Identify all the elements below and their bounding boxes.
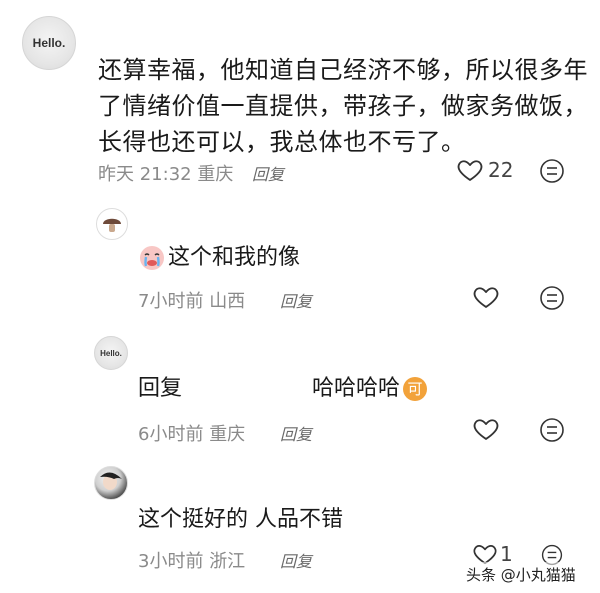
reply-2-badge: 可 [403, 377, 428, 401]
crying-face-emoji-icon [140, 246, 164, 270]
reply-1-text: 这个和我的像 [138, 243, 300, 273]
reply-3-location: 浙江 [209, 551, 246, 572]
reply-2-reply-button[interactable]: 回复 [280, 421, 312, 445]
reply-1-location: 山西 [209, 291, 246, 312]
reply-1-meta: 7小时前 山西 [138, 287, 245, 313]
reply-2-content: 哈哈哈哈 [312, 376, 401, 401]
reply-2-like-button[interactable] [472, 415, 500, 443]
avatar-text: Hello. [32, 36, 66, 50]
reply-2-text: 哈哈哈哈 可 [312, 374, 428, 404]
comment-time: 昨天 21:32 [98, 164, 192, 185]
reply-2-more-button[interactable] [538, 416, 566, 444]
comment-more-button[interactable] [538, 157, 566, 185]
more-options-icon [540, 159, 564, 183]
mushroom-icon [103, 218, 121, 232]
reply-1-content: 这个和我的像 [168, 245, 301, 270]
reply-3-time: 3小时前 [138, 551, 204, 572]
comment-like-count: 22 [488, 158, 514, 182]
comment-like-button[interactable] [456, 156, 484, 184]
reply-1-time: 7小时前 [138, 291, 204, 312]
reply-2-avatar[interactable]: Hello. [94, 336, 128, 370]
more-options-icon [540, 286, 564, 310]
comment-line-2: 了情绪价值一直提供，带孩子，做家务做饭， [98, 92, 588, 120]
reply-3-meta: 3小时前 浙江 [138, 547, 245, 573]
comment-reply-button[interactable]: 回复 [252, 161, 284, 185]
reply-1-reply-button[interactable]: 回复 [280, 288, 312, 312]
comment-text: 还算幸福，他知道自己经济不够，所以很多年 了情绪价值一直提供，带孩子，做家务做饭… [98, 52, 588, 160]
portrait-photo-icon [100, 472, 122, 490]
comment-line-3: 长得也还可以，我总体也不亏了。 [98, 128, 466, 156]
heart-icon [473, 287, 499, 308]
reply-1-avatar[interactable] [96, 208, 128, 240]
comment-line-1: 还算幸福，他知道自己经济不够，所以很多年 [98, 56, 588, 84]
watermark: 头条 @小丸猫猫 [462, 562, 580, 587]
comment-meta: 昨天 21:32 重庆 [98, 160, 233, 186]
commenter-avatar[interactable]: Hello. [22, 16, 76, 70]
more-options-icon [540, 418, 564, 442]
reply-3-avatar[interactable] [94, 466, 128, 500]
heart-icon [473, 419, 499, 440]
reply-2-location: 重庆 [209, 424, 246, 445]
heart-icon [457, 160, 483, 181]
reply-2-prefix: 回复 [138, 376, 183, 401]
reply-2-meta: 6小时前 重庆 [138, 420, 245, 446]
reply-1-more-button[interactable] [538, 284, 566, 312]
reply-3-text: 这个挺好的 人品不错 [138, 507, 343, 532]
reply-1-like-button[interactable] [472, 283, 500, 311]
reply-3-reply-button[interactable]: 回复 [280, 548, 312, 572]
reply-2-time: 6小时前 [138, 424, 204, 445]
comment-location: 重庆 [197, 164, 234, 185]
avatar-text: Hello. [100, 348, 122, 358]
